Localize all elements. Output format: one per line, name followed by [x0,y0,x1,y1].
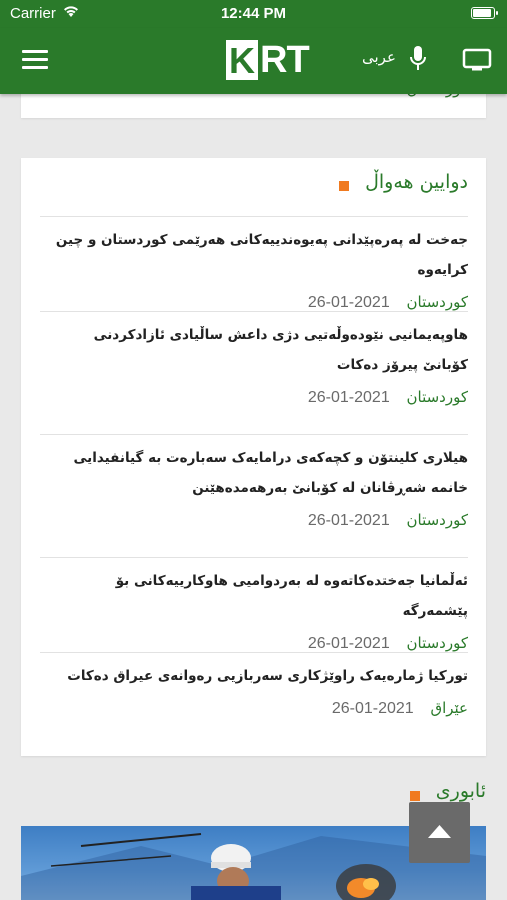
news-meta: کوردستان 2021-01-26 [40,511,468,530]
language-switch-button[interactable]: عربی [362,48,396,66]
section-header: دوایین هەواڵ [339,171,468,193]
section-title: دوایین هەواڵ [365,171,468,193]
news-date: 2021-01-26 [307,635,390,652]
news-meta: کوردستان 2021-01-26 [40,634,468,653]
news-date: 2021-01-26 [331,700,414,717]
hamburger-menu-icon[interactable] [22,50,48,70]
news-date: 2021-01-26 [307,389,390,406]
news-category[interactable]: کوردستان [407,293,469,311]
news-date: 2021-01-26 [307,294,390,311]
news-item[interactable]: جەخت لە پەرەپێدانی پەیوەندییەکانی هەرێمی… [40,216,468,311]
news-category[interactable]: کوردستان [407,634,469,652]
news-headline[interactable]: جەخت لە پەرەپێدانی پەیوەندییەکانی هەرێمی… [40,217,468,285]
news-headline[interactable]: تورکیا ژمارەیەک راوێژکاری سەربازیی رەوان… [40,653,468,691]
battery-icon [471,7,498,19]
krt-logo[interactable]: K RT [226,38,310,81]
news-date: 2021-01-26 [307,512,390,529]
news-headline[interactable]: ئەڵمانیا جەختدەکاتەوە لە بەردوامیی هاوکا… [40,558,468,626]
tv-icon[interactable] [462,48,492,72]
clock: 12:44 PM [220,5,287,22]
economy-section-header: ئابوری [409,780,486,802]
logo-k: K [226,40,258,80]
status-bar: Carrier 12:44 PM [0,0,507,28]
news-category[interactable]: کوردستان [407,511,469,529]
news-category[interactable]: کوردستان [407,388,469,406]
microphone-icon[interactable] [408,45,428,73]
news-item[interactable]: ئەڵمانیا جەختدەکاتەوە لە بەردوامیی هاوکا… [40,557,468,652]
news-headline[interactable]: هیلاری کلینتۆن و کچەکەی درامایەک سەبارەت… [40,435,469,503]
news-meta: کوردستان 2021-01-26 [40,388,468,407]
news-headline[interactable]: هاوپەیمانیی نێودەوڵەتیی دژی داعش ساڵیادی… [40,312,468,380]
logo-rt: RT [260,38,310,81]
app-header: K RT عربی [0,28,507,94]
latest-news-section: دوایین هەواڵ جەخت لە پەرەپێدانی پەیوەندی… [21,158,486,756]
news-meta: کوردستان 2021-01-26 [40,293,468,312]
section-bullet-icon [339,181,350,191]
news-item[interactable]: هاوپەیمانیی نێودەوڵەتیی دژی داعش ساڵیادی… [40,311,468,434]
news-item[interactable]: تورکیا ژمارەیەک راوێژکاری سەربازیی رەوان… [40,652,468,747]
scroll-to-top-button[interactable] [409,802,470,863]
section-title: ئابوری [435,780,486,802]
news-item[interactable]: هیلاری کلینتۆن و کچەکەی درامایەک سەبارەت… [40,434,468,557]
news-meta: عێراق 2021-01-26 [40,699,468,718]
news-category[interactable]: عێراق [430,699,468,717]
section-bullet-icon [409,791,420,801]
chevron-up-icon [428,825,451,838]
